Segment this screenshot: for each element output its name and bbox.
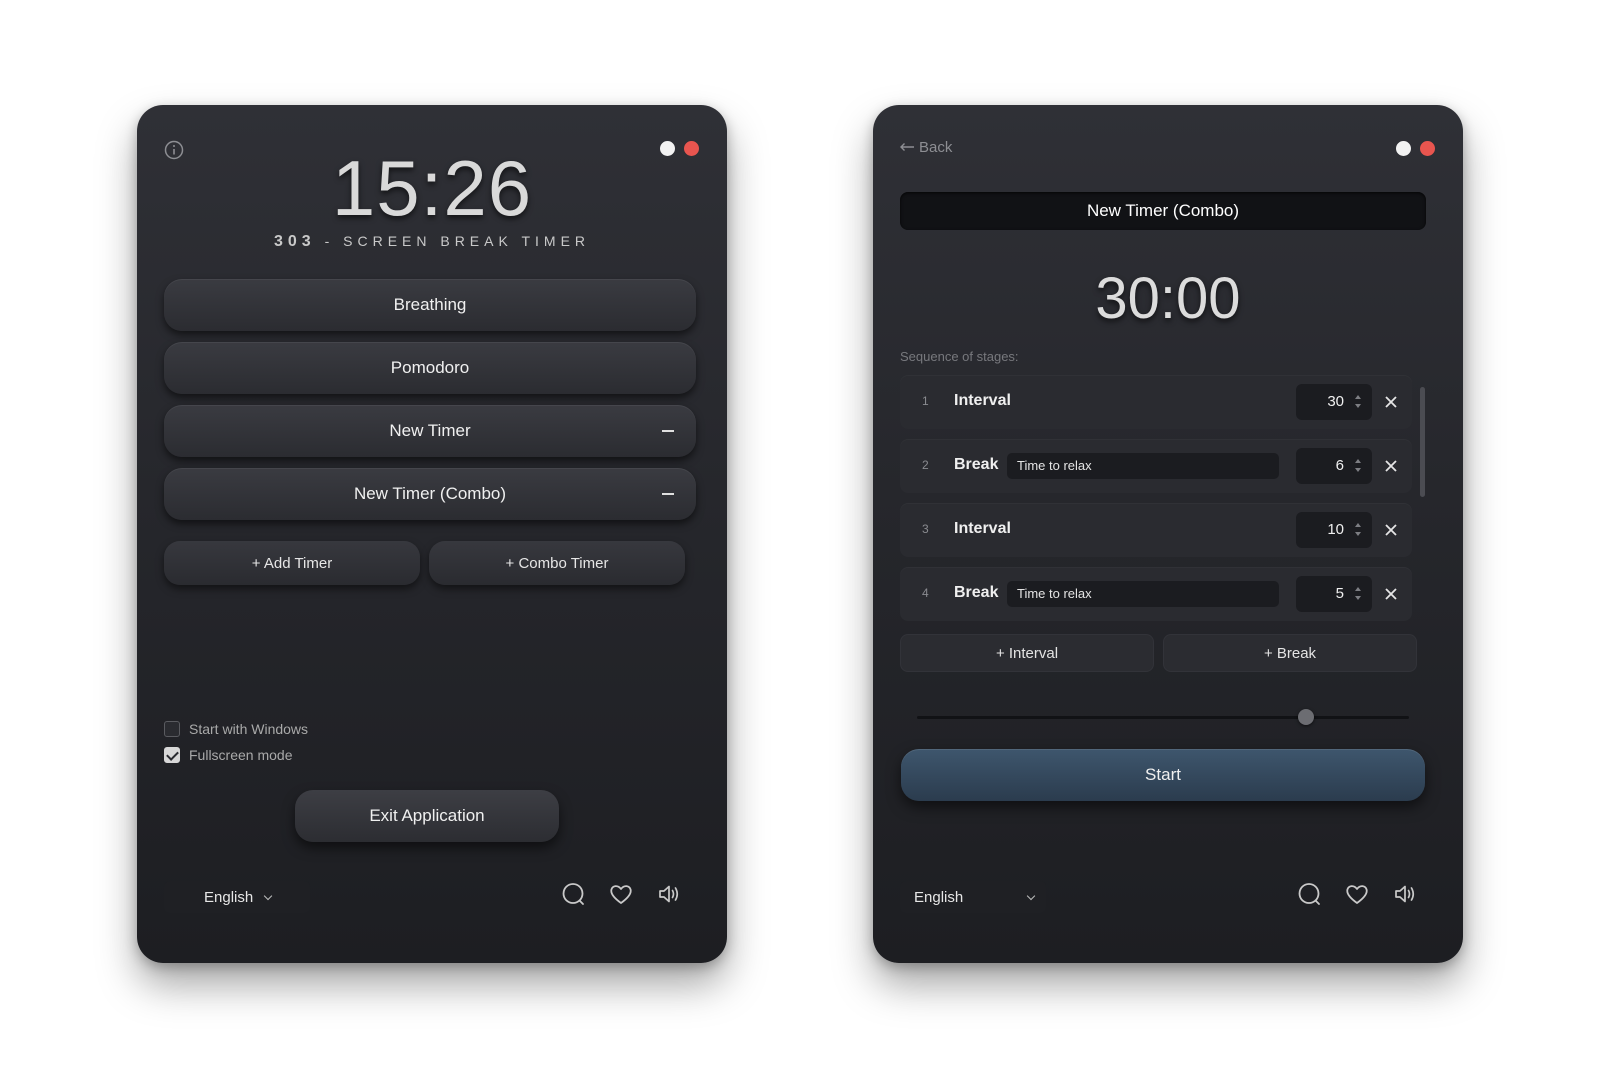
break-message-input[interactable]: Time to relax [1007,581,1279,607]
option-label: Start with Windows [189,721,309,737]
duration-display: 30:00 [1095,266,1241,331]
close-icon[interactable] [1384,587,1398,601]
add-interval-button[interactable]: + Interval [900,634,1154,672]
app-subtitle: 303 - SCREEN BREAK TIMER [137,233,727,251]
option-label: Fullscreen mode [189,747,293,763]
fullscreen-mode-checkbox[interactable] [164,747,180,763]
stage-row: 1 Interval 30 [900,375,1412,429]
start-button[interactable]: Start [901,749,1425,801]
stage-type: Interval [954,392,1011,409]
back-button[interactable]: Back [899,139,952,156]
window-controls [1396,141,1435,156]
stepper-down-icon[interactable] [1355,404,1361,408]
chevron-down-icon [263,891,273,900]
minimize-button[interactable] [1396,141,1411,156]
timer-button-new-timer[interactable]: New Timer [164,405,696,457]
volume-icon[interactable] [1392,881,1418,912]
clock-display: 15:26 [331,144,533,232]
stage-type: Break [954,456,999,473]
timer-button-label: New Timer [389,421,471,440]
footer-icons [1296,881,1418,912]
language-select[interactable]: English [164,881,310,913]
stepper-down-icon[interactable] [1355,532,1361,536]
timer-button-new-timer-combo[interactable]: New Timer (Combo) [164,468,696,520]
stepper-value: 5 [1335,585,1344,602]
language-value: English [204,888,254,906]
stage-number: 3 [922,522,929,536]
timer-button-breathing[interactable]: Breathing [164,279,696,331]
timer-button-label: New Timer (Combo) [353,484,507,503]
duration-stepper[interactable]: 10 [1296,512,1372,548]
remove-timer-minus-icon[interactable] [662,430,674,432]
language-value: English [914,888,964,906]
scrollbar-thumb[interactable] [1420,387,1425,497]
break-message-input[interactable]: Time to relax [1007,453,1279,479]
option-start-with-windows[interactable]: Start with Windows [164,721,308,737]
remove-timer-minus-icon[interactable] [662,493,674,495]
chat-icon[interactable] [560,881,586,912]
add-combo-timer-button[interactable]: + Combo Timer [429,541,685,585]
app-name: - SCREEN BREAK TIMER [315,233,591,249]
stage-row: 3 Interval 10 [900,503,1412,557]
timer-button-label: Pomodoro [390,358,470,377]
stepper-value: 6 [1335,457,1344,474]
close-icon[interactable] [1384,459,1398,473]
chat-icon[interactable] [1296,881,1322,912]
timer-button-label: Breathing [393,295,467,314]
close-icon[interactable] [1384,395,1398,409]
start-with-windows-checkbox[interactable] [164,721,180,737]
duration-stepper[interactable]: 30 [1296,384,1372,420]
stage-type: Interval [954,520,1011,537]
arrow-left-icon [899,139,915,156]
main-menu-window: 15:26 303 - SCREEN BREAK TIMER Breathing… [137,105,727,963]
timer-name-field[interactable]: New Timer (Combo) [900,192,1426,230]
stepper-up-icon[interactable] [1355,587,1361,591]
close-button[interactable] [1420,141,1435,156]
duration-stepper[interactable]: 6 [1296,448,1372,484]
stage-row: 4 Break Time to relax 5 [900,567,1412,621]
stepper-value: 30 [1327,393,1344,410]
stepper-down-icon[interactable] [1355,468,1361,472]
slider-handle[interactable] [1297,709,1314,725]
exit-application-button[interactable]: Exit Application [295,790,559,842]
slider-track[interactable] [917,716,1409,719]
stage-number: 2 [922,458,929,472]
close-icon[interactable] [1384,523,1398,537]
heart-icon[interactable] [1344,881,1370,912]
stepper-up-icon[interactable] [1355,459,1361,463]
combo-editor-window: Back New Timer (Combo) 30:00 Sequence of… [873,105,1463,963]
add-break-button[interactable]: + Break [1163,634,1417,672]
stage-number: 1 [922,394,929,408]
stage-type: Break [954,584,999,601]
chevron-down-icon [1026,891,1036,900]
app-number: 303 [273,233,316,250]
stepper-value: 10 [1327,521,1344,538]
stepper-up-icon[interactable] [1355,395,1361,399]
stepper-up-icon[interactable] [1355,523,1361,527]
duration-stepper[interactable]: 5 [1296,576,1372,612]
stage-number: 4 [922,586,929,600]
option-fullscreen-mode[interactable]: Fullscreen mode [164,747,293,763]
heart-icon[interactable] [608,881,634,912]
footer-icons [560,881,682,912]
stage-row: 2 Break Time to relax 6 [900,439,1412,493]
volume-icon[interactable] [656,881,682,912]
language-select[interactable]: English [900,881,1046,913]
back-label: Back [919,139,953,156]
add-timer-button[interactable]: + Add Timer [164,541,420,585]
stepper-down-icon[interactable] [1355,596,1361,600]
timer-button-pomodoro[interactable]: Pomodoro [164,342,696,394]
sequence-label: Sequence of stages: [900,349,1019,364]
